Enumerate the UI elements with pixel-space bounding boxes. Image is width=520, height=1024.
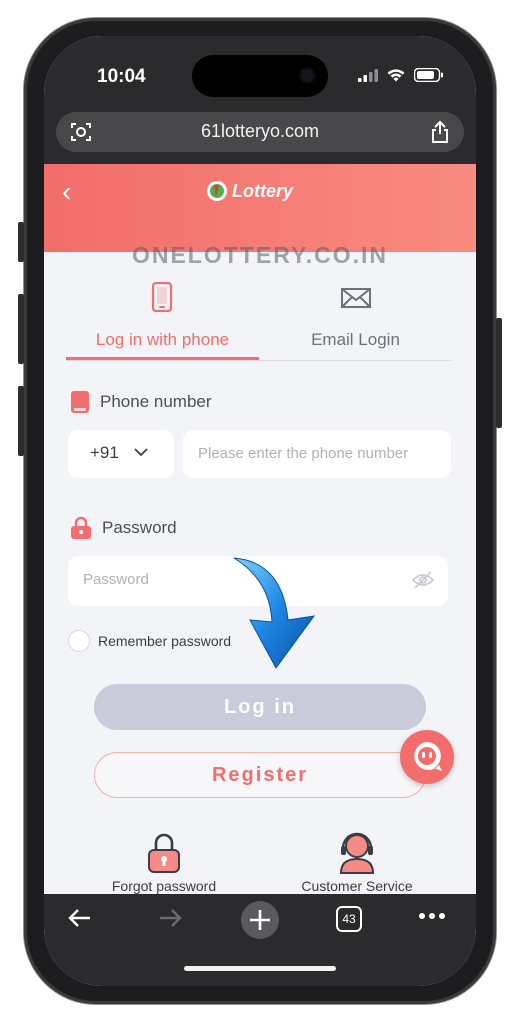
tab-email-login[interactable]: Email Login	[259, 280, 452, 360]
url-text[interactable]: 61lotteryo.com	[56, 121, 464, 142]
register-button[interactable]: Register	[94, 752, 426, 798]
lock-icon	[71, 516, 91, 539]
wifi-icon	[387, 69, 405, 82]
tab-phone-login[interactable]: Log in with phone	[66, 280, 259, 360]
watermark-text: ONELOTTERY.CO.IN	[131, 242, 389, 268]
forgot-password-label: Forgot password	[111, 878, 217, 894]
arrow-graphic	[233, 557, 316, 669]
eye-off-icon[interactable]	[412, 571, 434, 589]
camera-icon	[301, 69, 314, 82]
tab-email-label: Email Login	[311, 330, 400, 349]
chevron-down-icon	[134, 448, 148, 457]
power-button	[496, 318, 502, 428]
phone-icon	[151, 282, 173, 312]
battery-icon	[414, 68, 443, 82]
phone-number-icon	[71, 391, 89, 413]
signal-icon	[358, 69, 378, 82]
tab-count-button[interactable]: 43	[336, 906, 362, 932]
forward-arrow-icon[interactable]	[156, 904, 184, 932]
home-indicator	[184, 966, 336, 971]
chat-icon	[414, 742, 442, 771]
app-logo: Lottery	[206, 180, 293, 202]
customer-service-icon	[339, 832, 375, 874]
logo-text: Lottery	[232, 180, 294, 201]
logo-icon	[207, 181, 227, 201]
forgot-lock-icon	[148, 833, 180, 873]
back-arrow-icon[interactable]	[66, 904, 94, 932]
email-icon	[341, 288, 371, 308]
chat-bubble-button[interactable]	[400, 730, 454, 784]
login-tabs: Log in with phone Email Login	[66, 280, 452, 361]
phone-number-placeholder: Please enter the phone number	[198, 445, 409, 462]
share-icon[interactable]	[430, 120, 450, 144]
active-tab-underline	[66, 357, 259, 360]
action-button	[18, 222, 24, 262]
status-time: 10:04	[97, 66, 146, 87]
url-pill[interactable]: 61lotteryo.com	[56, 112, 464, 152]
password-placeholder: Password	[83, 571, 149, 588]
browser-toolbar: 43	[44, 894, 476, 986]
phone-screen: 10:04 61lotteryo.com ‹ Lottery ONELOTTER…	[44, 36, 476, 986]
tab-phone-label: Log in with phone	[95, 330, 230, 349]
password-label: Password	[102, 518, 177, 537]
status-icons	[358, 68, 444, 82]
password-section-label: Password	[70, 516, 177, 540]
more-icon[interactable]	[418, 912, 446, 920]
remember-password-label: Remember password	[98, 633, 232, 649]
dynamic-island	[192, 55, 328, 97]
country-code-value: +91	[90, 443, 119, 462]
remember-password-option[interactable]: Remember password	[68, 630, 231, 652]
phone-number-label: Phone number	[100, 392, 212, 411]
phone-number-input[interactable]: Please enter the phone number	[183, 430, 451, 478]
browser-url-bar: 61lotteryo.com	[44, 98, 476, 164]
phone-number-section-label: Phone number	[70, 390, 212, 414]
customer-service-label: Customer Service	[301, 878, 413, 894]
new-tab-plus-icon[interactable]	[240, 900, 280, 940]
back-button[interactable]: ‹	[62, 176, 71, 208]
country-code-select[interactable]: +91	[68, 430, 174, 478]
volume-up-button	[18, 294, 24, 364]
app-header: ‹ Lottery	[44, 164, 476, 252]
remember-password-radio[interactable]	[68, 630, 90, 652]
volume-down-button	[18, 386, 24, 456]
login-button[interactable]: Log in	[94, 684, 426, 730]
